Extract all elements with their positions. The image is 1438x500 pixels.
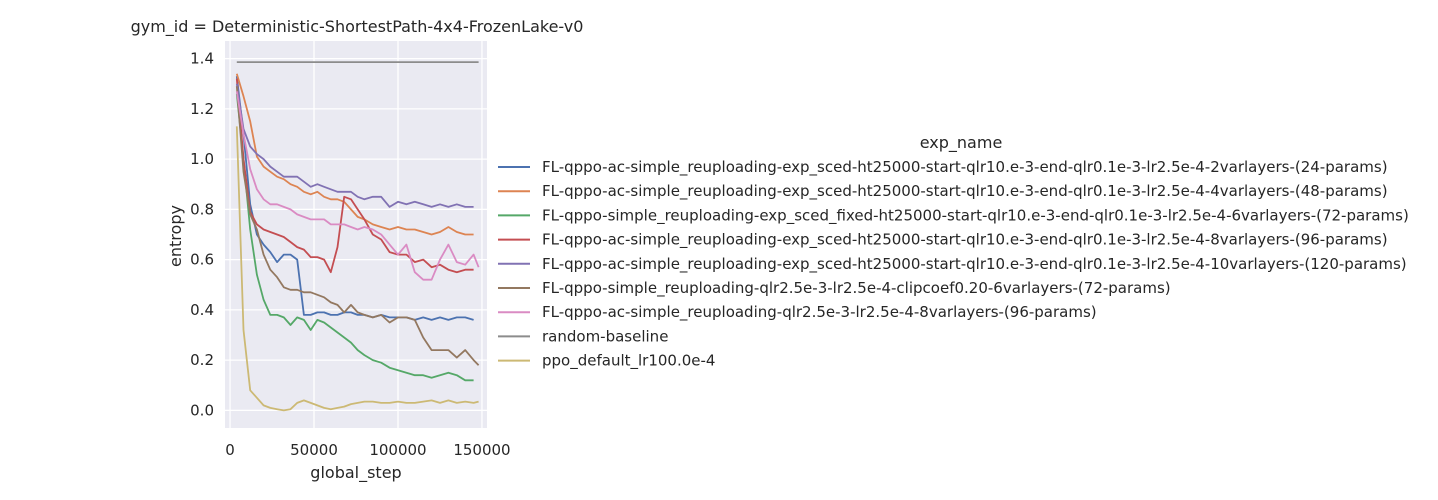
x-tick-label: 150000 — [453, 441, 510, 459]
chart-title: gym_id = Deterministic-ShortestPath-4x4-… — [131, 17, 584, 37]
legend-title: exp_name — [920, 133, 1003, 153]
y-tick-label: 0.0 — [190, 401, 214, 419]
y-axis-ticks: 0.0 0.2 0.4 0.6 0.8 1.0 1.2 1.4 — [190, 50, 214, 420]
y-tick-label: 0.2 — [190, 351, 214, 369]
y-tick-label: 1.0 — [190, 150, 214, 168]
legend-label: FL-qppo-ac-simple_reuploading-exp_sced-h… — [542, 158, 1388, 177]
legend-label: FL-qppo-simple_reuploading-exp_sced_fixe… — [542, 206, 1409, 225]
y-tick-label: 0.8 — [190, 200, 214, 218]
plot-area — [225, 41, 487, 428]
legend: exp_name FL-qppo-ac-simple_reuploading-e… — [498, 133, 1409, 371]
legend-label: ppo_default_lr100.0e-4 — [542, 352, 715, 371]
legend-label: FL-qppo-ac-simple_reuploading-exp_sced-h… — [542, 231, 1388, 250]
legend-label: FL-qppo-simple_reuploading-qlr2.5e-3-lr2… — [542, 279, 1171, 298]
legend-label: FL-qppo-ac-simple_reuploading-qlr2.5e-3-… — [542, 303, 1097, 322]
x-axis-label: global_step — [310, 463, 401, 483]
legend-label: FL-qppo-ac-simple_reuploading-exp_sced-h… — [542, 255, 1407, 274]
x-tick-label: 0 — [225, 441, 235, 459]
legend-label: random-baseline — [542, 327, 668, 345]
y-tick-label: 0.6 — [190, 251, 214, 269]
chart-figure: gym_id = Deterministic-ShortestPath-4x4-… — [131, 17, 1409, 483]
x-axis-ticks: 0 50000 100000 150000 — [225, 441, 510, 459]
y-tick-label: 1.2 — [190, 100, 214, 118]
y-tick-label: 1.4 — [190, 50, 214, 68]
x-tick-label: 50000 — [290, 441, 338, 459]
y-tick-label: 0.4 — [190, 301, 214, 319]
y-axis-label: entropy — [166, 205, 185, 267]
x-tick-label: 100000 — [369, 441, 426, 459]
legend-label: FL-qppo-ac-simple_reuploading-exp_sced-h… — [542, 182, 1388, 201]
